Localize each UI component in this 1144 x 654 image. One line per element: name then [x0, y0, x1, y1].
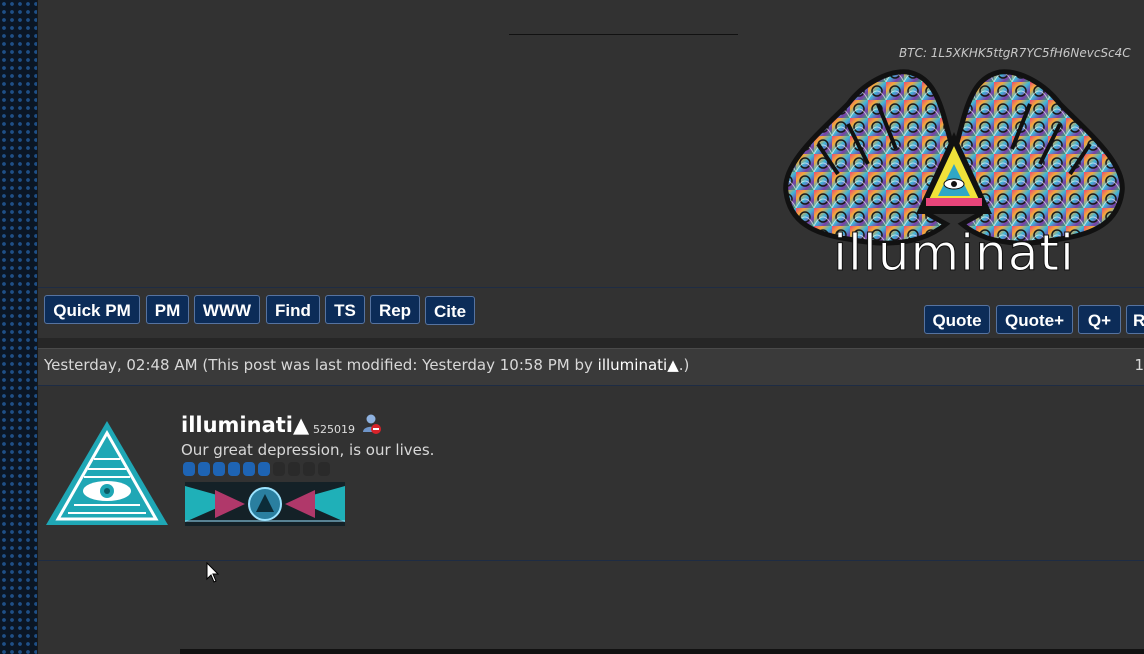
post-number-link[interactable]: 1: [1134, 356, 1144, 374]
reputation-pip: [198, 462, 210, 476]
signature-separator: [38, 287, 1144, 288]
find-button[interactable]: Find: [266, 295, 320, 324]
reputation-pip: [303, 462, 315, 476]
logo-text: illuminati: [833, 224, 1075, 278]
user-title: Our great depression, is our lives.: [181, 441, 435, 459]
username-link[interactable]: illuminati▲: [181, 413, 309, 437]
q-plus-button[interactable]: Q+: [1078, 305, 1121, 334]
post-date-text: Yesterday, 02:48 AM: [44, 356, 198, 374]
ts-button[interactable]: TS: [325, 295, 365, 324]
reputation-pip: [243, 462, 255, 476]
user-offline-icon: [363, 414, 381, 434]
user-banner-image: [185, 482, 345, 526]
reputation-pip: [273, 462, 285, 476]
quote-button[interactable]: Quote: [924, 305, 990, 334]
cite-button[interactable]: Cite: [425, 296, 475, 325]
reply-button[interactable]: R: [1126, 305, 1144, 334]
quote-plus-button[interactable]: Quote+: [996, 305, 1073, 334]
post-modified-by-link[interactable]: illuminati▲: [598, 356, 679, 374]
post-modified-prefix: (This post was last modified: Yesterday …: [202, 356, 598, 374]
reputation-pip: [318, 462, 330, 476]
user-id: 525019: [313, 423, 355, 436]
post-header: Yesterday, 02:48 AM (This post was last …: [38, 348, 1144, 386]
illuminati-hands-logo: illuminati: [783, 69, 1125, 278]
page-background-pattern: [0, 0, 38, 654]
post-date: Yesterday, 02:48 AM (This post was last …: [44, 356, 689, 374]
signature-divider: [509, 34, 738, 35]
mouse-cursor-icon: [206, 562, 220, 583]
post-author-area: illuminati▲ 525019 Our great depression,…: [38, 385, 1144, 561]
reputation-pip: [213, 462, 225, 476]
reputation-pip: [288, 462, 300, 476]
post-gap: [38, 338, 1144, 348]
quick-pm-button[interactable]: Quick PM: [44, 295, 140, 324]
www-button[interactable]: WWW: [194, 295, 260, 324]
pm-button[interactable]: PM: [146, 295, 189, 324]
reputation-pip: [228, 462, 240, 476]
post-modified-suffix: .): [678, 356, 690, 374]
rep-button[interactable]: Rep: [370, 295, 420, 324]
reputation-pip: [258, 462, 270, 476]
eye-pyramid-icon[interactable]: [44, 419, 170, 527]
reputation-bar: [183, 462, 330, 476]
horizontal-scrollbar[interactable]: [180, 649, 1144, 654]
btc-address: BTC: 1L5XKHK5ttgR7YC5fH6NevcSc4C: [899, 46, 1131, 60]
reputation-pip: [183, 462, 195, 476]
